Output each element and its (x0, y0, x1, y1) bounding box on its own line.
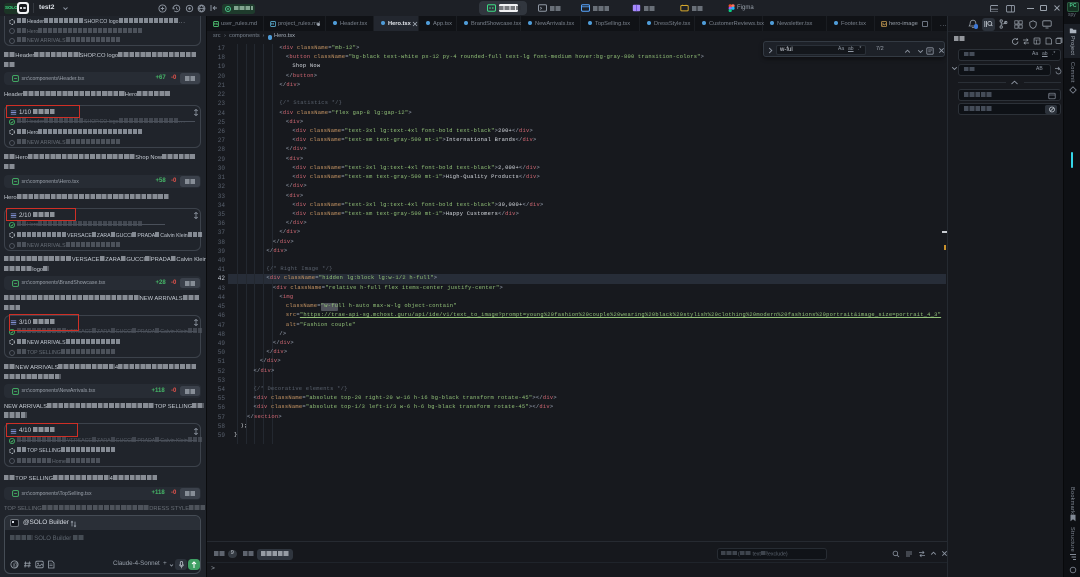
svg-text:@: @ (13, 562, 19, 568)
